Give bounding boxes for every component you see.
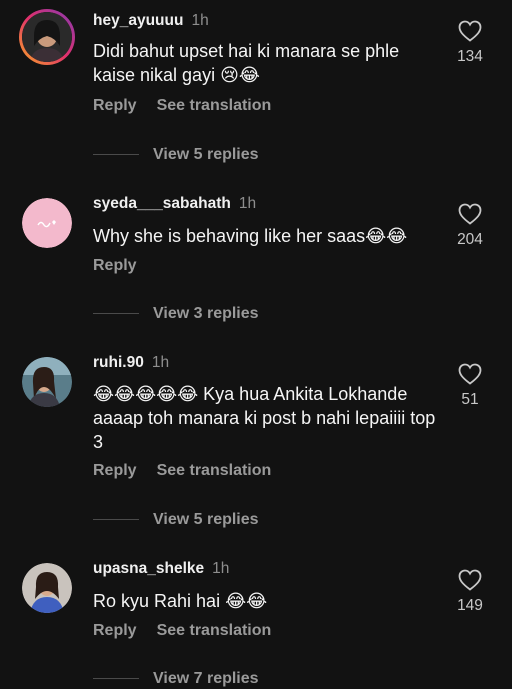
comment-meta: hey_ayuuuu 1h	[93, 12, 209, 30]
like-count: 149	[457, 597, 483, 614]
heart-icon	[458, 363, 482, 385]
reply-button[interactable]: Reply	[93, 462, 137, 479]
comment-text: Didi bahut upset hai ki manara se phle k…	[93, 41, 400, 85]
reply-button[interactable]: Reply	[93, 97, 137, 114]
divider-line	[93, 519, 139, 521]
comment-actions: Reply See translation	[93, 97, 291, 115]
comment-text: Why she is behaving like her saas😂😂	[93, 226, 408, 246]
reply-button[interactable]: Reply	[93, 257, 137, 274]
avatar[interactable]	[22, 357, 72, 407]
username[interactable]: upasna_shelke	[93, 560, 204, 577]
comment-meta: syeda___sabahath 1h	[93, 195, 256, 213]
view-replies-button[interactable]: View 3 replies	[93, 305, 259, 323]
divider-line	[93, 313, 139, 315]
see-translation-button[interactable]: See translation	[157, 622, 272, 639]
comment-actions: Reply See translation	[93, 462, 291, 480]
like-button[interactable]: 134	[448, 20, 492, 66]
reply-button[interactable]: Reply	[93, 622, 137, 639]
comment-text: Ro kyu Rahi hai 😂😂	[93, 591, 268, 611]
see-translation-button[interactable]: See translation	[157, 97, 272, 114]
comment-text: 😂😂😂😂😂 Kya hua Ankita Lokhande aaaap toh …	[93, 384, 436, 452]
heart-icon	[458, 203, 482, 225]
timestamp: 1h	[212, 560, 230, 577]
like-count: 204	[457, 231, 483, 248]
comment-actions: Reply See translation	[93, 622, 291, 640]
username[interactable]: syeda___sabahath	[93, 195, 231, 212]
see-translation-button[interactable]: See translation	[157, 462, 272, 479]
timestamp: 1h	[238, 195, 257, 212]
like-button[interactable]: 149	[448, 569, 492, 615]
avatar-pink-arabic-text-icon	[22, 198, 72, 248]
heart-icon	[458, 569, 482, 591]
like-count: 51	[461, 391, 479, 408]
avatar[interactable]	[22, 563, 72, 613]
timestamp: 1h	[191, 12, 209, 29]
view-replies-button[interactable]: View 7 replies	[93, 670, 259, 688]
username[interactable]: ruhi.90	[93, 354, 144, 371]
comment-meta: ruhi.90 1h	[93, 354, 169, 372]
like-count: 134	[457, 48, 483, 65]
avatar[interactable]	[22, 198, 72, 248]
like-button[interactable]: 51	[448, 363, 492, 409]
comment-actions: Reply	[93, 257, 157, 275]
avatar-woman-dark-icon	[22, 12, 72, 62]
like-button[interactable]: 204	[448, 203, 492, 249]
avatar-woman-outdoor-icon	[22, 357, 72, 407]
view-replies-button[interactable]: View 5 replies	[93, 146, 259, 164]
heart-icon	[458, 20, 482, 42]
view-replies-button[interactable]: View 5 replies	[93, 511, 259, 529]
divider-line	[93, 154, 139, 156]
divider-line	[93, 678, 139, 680]
comment-meta: upasna_shelke 1h	[93, 560, 229, 578]
avatar[interactable]	[19, 9, 75, 65]
username[interactable]: hey_ayuuuu	[93, 12, 183, 29]
timestamp: 1h	[151, 354, 170, 371]
avatar-woman-blue-icon	[22, 563, 72, 613]
